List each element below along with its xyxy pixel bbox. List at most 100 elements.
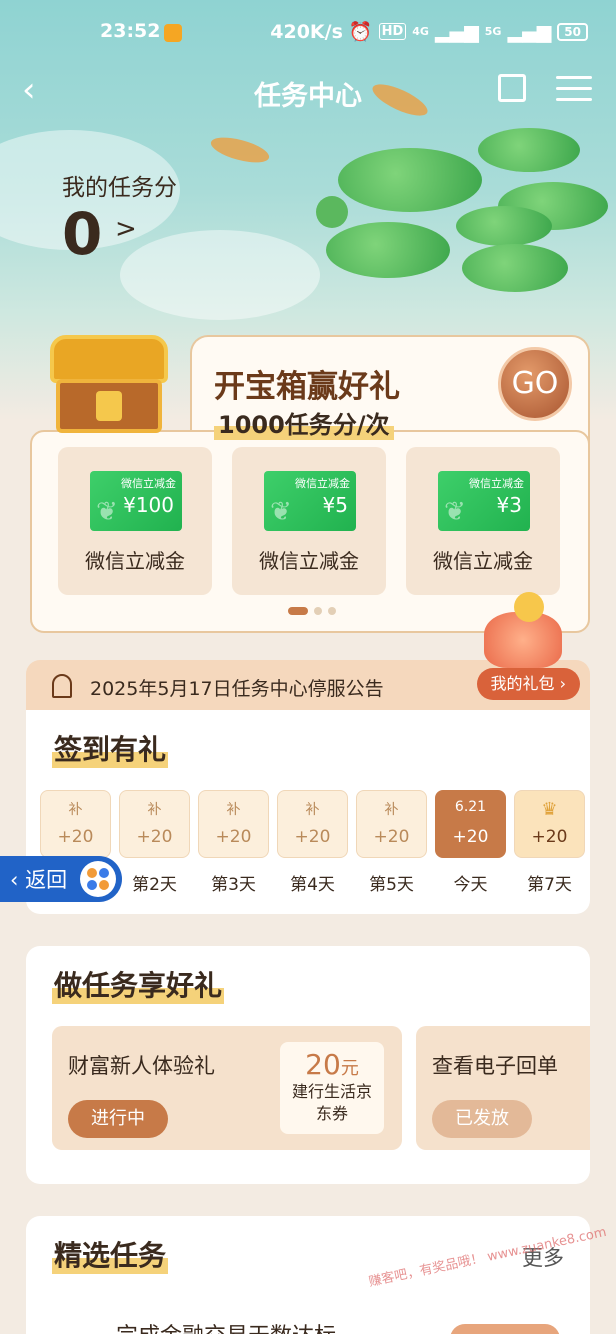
coupon-name: 微信立减金 <box>259 549 359 573</box>
my-gift-pack-button[interactable]: 我的礼包 › <box>476 668 580 700</box>
issued-button[interactable]: 已发放 <box>432 1100 532 1138</box>
hd-badge: HD <box>378 23 407 40</box>
status-time: 23:52 <box>100 20 161 42</box>
koi-fish-decoration <box>208 132 272 168</box>
day-points: +20 <box>57 827 94 847</box>
task-name: 查看电子回单 <box>432 1054 558 1078</box>
coupon-amount: ¥5 <box>322 493 348 517</box>
day-label: 第5天 <box>369 875 414 895</box>
featured-title: 精选任务 <box>52 1234 169 1274</box>
chest-subtitle: 1000任务分/次 <box>214 405 394 440</box>
task-item[interactable]: 财富新人体验礼 进行中 20元 建行生活京 东券 <box>52 1026 402 1150</box>
status-bar: 23:52 420K/s ⏰ HD 4G ▂▄▆ 5G ▂▄▆ 50 <box>0 20 616 48</box>
featured-task-name: 完成金融交易天数达标 <box>116 1318 336 1334</box>
featured-card: 精选任务 更多 完成金融交易天数达标 <box>26 1216 590 1334</box>
crown-icon: ♛ <box>541 799 558 820</box>
in-progress-button[interactable]: 进行中 <box>68 1100 168 1138</box>
signin-day-today[interactable]: 6.21 +20 今天 <box>435 790 506 895</box>
return-button[interactable]: ‹ 返回 <box>0 856 122 902</box>
nav-bar: ‹ 任务中心 <box>0 70 616 114</box>
featured-task-button[interactable] <box>450 1324 560 1334</box>
coupon-tag: 微信立减金 <box>121 477 176 490</box>
coupon-carousel[interactable]: 微信立减金 ¥100 ❦ 微信立减金 微信立减金 ¥5 ❦ 微信立减金 微信立减… <box>58 447 568 595</box>
signal-bars-icon: ▂▄▆ <box>434 20 479 43</box>
coupon-amount: ¥100 <box>123 493 174 517</box>
task-name: 财富新人体验礼 <box>68 1054 215 1078</box>
signin-title: 签到有礼 <box>52 728 169 768</box>
wechat-coupon-icon: 微信立减金 ¥3 ❦ <box>438 471 530 531</box>
reward-desc: 建行生活京 <box>291 1082 372 1101</box>
network-speed: 420K/s <box>270 20 343 43</box>
wechat-coupon-icon: 微信立减金 ¥5 ❦ <box>264 471 356 531</box>
coupon-amount: ¥3 <box>496 493 522 517</box>
reward-desc: 东券 <box>315 1104 348 1123</box>
signin-day[interactable]: 补 +20 第2天 <box>119 790 190 895</box>
lotus-leaf-decoration <box>462 244 568 292</box>
lotus-leaf-decoration <box>326 222 450 278</box>
day-points: +20 <box>136 827 173 847</box>
coupon-item[interactable]: 微信立减金 ¥100 ❦ 微信立减金 <box>58 447 212 595</box>
signin-day[interactable]: 补 +20 第5天 <box>356 790 427 895</box>
share-icon[interactable] <box>498 74 526 102</box>
signal-5g: 5G <box>484 25 502 38</box>
signal-bars-icon: ▂▄▆ <box>507 20 552 43</box>
battery-icon: 50 <box>557 22 588 41</box>
task-item[interactable]: 查看电子回单 已发放 <box>416 1026 590 1150</box>
status-right: 420K/s ⏰ HD 4G ▂▄▆ 5G ▂▄▆ 50 <box>270 20 588 43</box>
coupon-tag: 微信立减金 <box>295 477 350 490</box>
signin-day-final[interactable]: ♛ +20 第7天 <box>514 790 585 895</box>
lucky-bag-icon[interactable] <box>474 592 584 672</box>
chevron-right-icon[interactable]: > <box>115 214 137 244</box>
signal-4g: 4G <box>412 25 429 38</box>
app-logo-icon <box>80 861 116 897</box>
coupon-item[interactable]: 微信立减金 ¥3 ❦ 微信立减金 <box>406 447 560 595</box>
return-label: ‹ 返回 <box>10 868 68 892</box>
signin-day[interactable]: 补 +20 第3天 <box>198 790 269 895</box>
wechat-pay-icon: ❦ <box>270 497 292 527</box>
menu-icon[interactable] <box>556 76 592 109</box>
cloud-decoration <box>120 230 320 320</box>
lotus-pod-decoration <box>316 196 348 228</box>
treasure-chest-icon <box>50 335 168 435</box>
carousel-indicator <box>288 607 336 615</box>
makeup-label: 补 <box>68 802 83 818</box>
go-button[interactable]: GO <box>498 347 572 421</box>
chest-title: 开宝箱赢好礼 <box>214 369 400 405</box>
lotus-leaf-decoration <box>478 128 580 172</box>
signin-day[interactable]: 补 +20 第4天 <box>277 790 348 895</box>
day-label: 第7天 <box>527 875 572 895</box>
coupon-tag: 微信立减金 <box>469 477 524 490</box>
today-date: 6.21 <box>454 799 487 815</box>
day-points: +20 <box>373 827 410 847</box>
notice-text[interactable]: 2025年5月17日任务中心停服公告 <box>90 674 384 701</box>
day-points: +20 <box>531 827 568 847</box>
wechat-pay-icon: ❦ <box>96 497 118 527</box>
day-label: 第4天 <box>290 875 335 895</box>
reward-coupon: 20元 建行生活京 东券 <box>280 1042 384 1134</box>
coupon-item[interactable]: 微信立减金 ¥5 ❦ 微信立减金 <box>232 447 386 595</box>
task-score-label: 我的任务分 <box>62 175 177 201</box>
day-label: 第2天 <box>132 875 177 895</box>
reward-amount: 20元 <box>305 1048 359 1081</box>
day-label: 第3天 <box>211 875 256 895</box>
day-points: +20 <box>452 827 489 847</box>
lotus-leaf-decoration <box>338 148 482 212</box>
notification-icon <box>164 24 182 42</box>
day-points: +20 <box>215 827 252 847</box>
day-points: +20 <box>294 827 331 847</box>
tasks-title: 做任务享好礼 <box>52 964 225 1004</box>
coupon-name: 微信立减金 <box>85 549 185 573</box>
lotus-leaf-decoration <box>456 206 552 246</box>
treasure-chest-card: 开宝箱赢好礼 1000任务分/次 GO 微信立减金 ¥100 ❦ 微信立减金 微… <box>30 335 590 633</box>
alarm-icon: ⏰ <box>348 21 373 43</box>
makeup-label: 补 <box>147 802 162 818</box>
bell-icon <box>52 674 72 698</box>
task-score-value[interactable]: 0 <box>62 200 102 268</box>
tasks-card: 做任务享好礼 财富新人体验礼 进行中 20元 建行生活京 东券 查看电子回单 已… <box>26 946 590 1184</box>
wechat-coupon-icon: 微信立减金 ¥100 ❦ <box>90 471 182 531</box>
makeup-label: 补 <box>226 802 241 818</box>
makeup-label: 补 <box>384 802 399 818</box>
wechat-pay-icon: ❦ <box>444 497 466 527</box>
day-label: 今天 <box>453 875 488 895</box>
coupon-name: 微信立减金 <box>433 549 533 573</box>
